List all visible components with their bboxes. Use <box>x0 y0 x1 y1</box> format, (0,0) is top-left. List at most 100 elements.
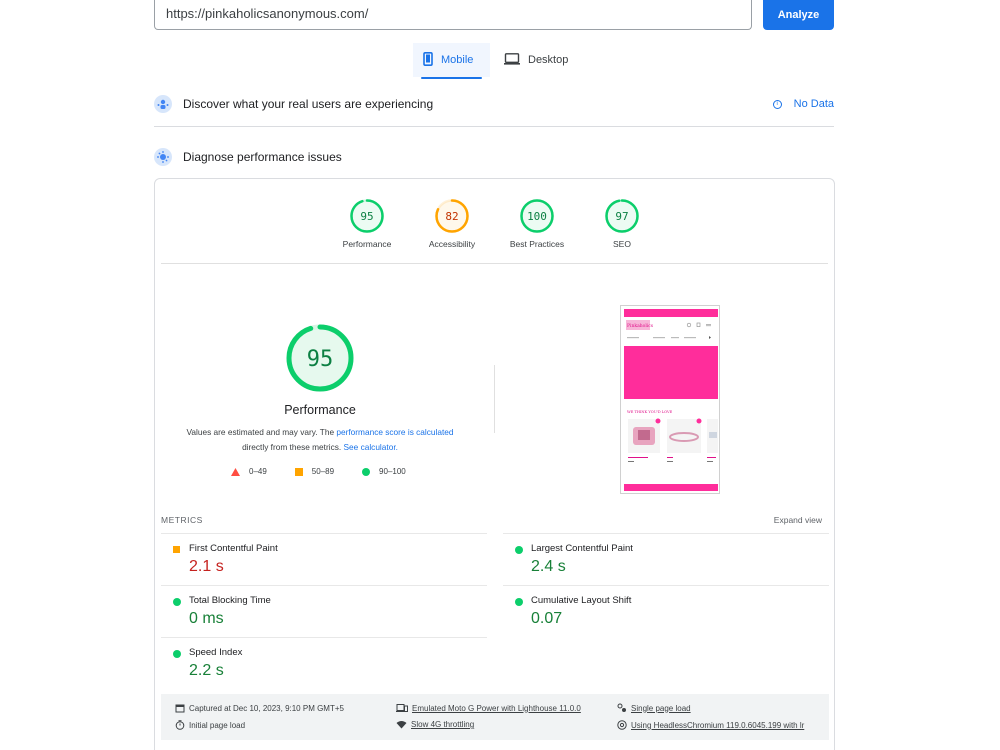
metric-fcp: First Contentful Paint 2.1 s <box>161 533 487 585</box>
initial-load-text: Initial page load <box>189 720 246 730</box>
metric-value: 2.1 s <box>189 558 224 575</box>
report-card: 95 Performance 82 Accessibility 100 Best… <box>154 178 835 750</box>
browser-text: Using HeadlessChromium 119.0.6045.199 wi… <box>631 720 805 730</box>
devices-icon <box>396 704 408 712</box>
metric-lcp: Largest Contentful Paint 2.4 s <box>503 533 829 585</box>
page-screenshot-thumbnail[interactable]: Pinkaholics WE THINK YOU'D LOVE <box>620 305 720 494</box>
performance-score: 95 <box>307 347 334 372</box>
score-calculated-link[interactable]: performance score is calculated <box>336 427 453 437</box>
triangle-icon <box>231 467 240 476</box>
legend-range: 90–100 <box>379 467 406 476</box>
metric-label: Cumulative Layout Shift <box>531 595 632 606</box>
timer-icon <box>175 720 185 730</box>
calendar-icon <box>175 704 185 713</box>
vertical-separator <box>494 365 495 433</box>
gauge-accessibility[interactable]: 82 Accessibility <box>417 198 487 249</box>
legend-fail: 0–49 <box>231 467 267 476</box>
gauge-label: Performance <box>342 239 392 249</box>
diagnose-title: Diagnose performance issues <box>183 150 342 164</box>
no-data-indicator[interactable]: i No Data <box>772 98 834 110</box>
score-legend: 0–49 50–89 90–100 <box>231 467 434 476</box>
metric-label: Speed Index <box>189 647 243 658</box>
lighthouse-icon <box>154 148 172 166</box>
discover-section-header: Discover what your real users are experi… <box>154 95 834 113</box>
emulated-device[interactable]: Emulated Moto G Power with Lighthouse 11… <box>396 703 581 713</box>
diagnose-section-header: Diagnose performance issues <box>154 148 834 166</box>
tab-desktop[interactable]: Desktop <box>494 43 574 77</box>
page-load-icon <box>617 703 626 712</box>
circle-icon <box>515 598 523 606</box>
device-text: Emulated Moto G Power with Lighthouse 11… <box>412 703 581 713</box>
gauge-label: SEO <box>613 239 631 249</box>
throttling-text: Slow 4G throttling <box>411 720 475 729</box>
svg-text:97: 97 <box>615 210 628 223</box>
session-type[interactable]: Single page load <box>617 703 691 713</box>
network-throttling[interactable]: Slow 4G throttling <box>396 720 474 729</box>
session-text: Single page load <box>631 703 691 713</box>
gauges-divider <box>161 263 828 264</box>
tab-selected-indicator <box>421 77 482 79</box>
performance-description: Values are estimated and may vary. The p… <box>155 425 485 455</box>
tab-desktop-label: Desktop <box>528 54 569 66</box>
desc-text: Values are estimated and may vary. The <box>186 427 337 437</box>
users-icon <box>154 95 172 113</box>
gauge-performance[interactable]: 95 Performance <box>332 198 402 249</box>
preview-section-title: WE THINK YOU'D LOVE <box>627 410 673 414</box>
square-icon <box>294 467 303 476</box>
captured-at: Captured at Dec 10, 2023, 9:10 PM GMT+5 <box>175 703 344 713</box>
svg-text:82: 82 <box>445 210 458 223</box>
gauge-label: Accessibility <box>428 239 476 249</box>
tab-mobile[interactable]: Mobile <box>413 43 490 79</box>
metric-speed-index: Speed Index 2.2 s <box>161 637 487 689</box>
category-gauges: 95 Performance 82 Accessibility 100 Best… <box>155 198 834 258</box>
performance-gauge-large: 95 <box>284 322 356 394</box>
captured-text: Captured at Dec 10, 2023, 9:10 PM GMT+5 <box>189 703 344 713</box>
metric-label: Largest Contentful Paint <box>531 543 633 554</box>
analyze-button[interactable]: Analyze <box>763 0 834 30</box>
metric-value: 2.4 s <box>531 558 566 575</box>
wifi-icon <box>396 721 407 729</box>
url-input[interactable] <box>154 0 752 30</box>
gauge-label: Best Practices <box>509 239 565 249</box>
square-icon <box>173 546 180 553</box>
gauge-ring: 100 <box>520 199 554 233</box>
svg-text:95: 95 <box>360 210 373 223</box>
screenshot-image: Pinkaholics WE THINK YOU'D LOVE <box>624 309 718 491</box>
metric-label: First Contentful Paint <box>189 543 278 554</box>
circle-icon <box>173 650 181 658</box>
smartphone-icon <box>423 51 433 69</box>
runtime-settings-footer: Captured at Dec 10, 2023, 9:10 PM GMT+5 … <box>161 694 829 740</box>
gauge-ring: 95 <box>350 199 384 233</box>
legend-pass: 90–100 <box>362 467 406 476</box>
legend-range: 0–49 <box>249 467 267 476</box>
gauge-best-practices[interactable]: 100 Best Practices <box>502 198 572 249</box>
see-calculator-link[interactable]: See calculator. <box>344 442 398 452</box>
info-icon: i <box>772 99 782 109</box>
metric-value: 0 ms <box>189 610 224 627</box>
browser-version[interactable]: Using HeadlessChromium 119.0.6045.199 wi… <box>617 720 804 730</box>
expand-view-toggle[interactable]: Expand view <box>774 515 822 525</box>
circle-icon <box>515 546 523 554</box>
no-data-label: No Data <box>793 98 834 110</box>
svg-text:100: 100 <box>527 210 547 223</box>
metric-value: 2.2 s <box>189 662 224 679</box>
circle-icon <box>362 467 371 476</box>
circle-icon <box>173 598 181 606</box>
legend-range: 50–89 <box>311 467 335 476</box>
discover-title: Discover what your real users are experi… <box>183 97 434 111</box>
chrome-icon <box>617 720 627 730</box>
metrics-header: METRICS <box>161 515 203 525</box>
metric-value: 0.07 <box>531 610 563 627</box>
gauge-seo[interactable]: 97 SEO <box>587 198 657 249</box>
desktop-icon <box>504 52 520 68</box>
initial-load: Initial page load <box>175 720 245 730</box>
tab-mobile-label: Mobile <box>441 54 474 66</box>
metric-tbt: Total Blocking Time 0 ms <box>161 585 487 637</box>
svg-text:Pinkaholics: Pinkaholics <box>627 323 654 329</box>
gauge-ring: 82 <box>435 199 469 233</box>
gauge-ring: 97 <box>605 199 639 233</box>
desc-text: directly from these metrics. <box>242 442 344 452</box>
metric-cls: Cumulative Layout Shift 0.07 <box>503 585 829 637</box>
performance-title: Performance <box>284 403 356 417</box>
metric-label: Total Blocking Time <box>189 595 271 606</box>
